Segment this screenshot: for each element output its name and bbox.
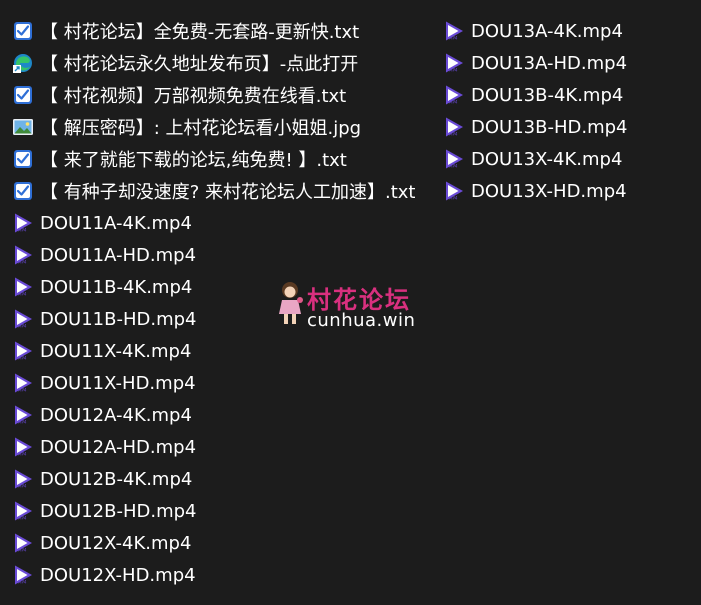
file-item[interactable]: MP4 DOU11A-4K.mp4	[12, 207, 416, 239]
svg-text:MP4: MP4	[18, 580, 27, 585]
svg-text:MP4: MP4	[449, 164, 458, 169]
file-item[interactable]: MP4 DOU12X-4K.mp4	[12, 527, 416, 559]
svg-text:MP4: MP4	[18, 516, 27, 521]
file-item[interactable]: MP4 DOU11X-HD.mp4	[12, 367, 416, 399]
text-file-icon	[12, 148, 34, 170]
watermark: 村花论坛 cunhua.win	[272, 280, 432, 336]
file-item[interactable]: 【 解压密码】: 上村花论坛看小姐姐.jpg	[12, 111, 416, 143]
edge-shortcut-icon	[12, 52, 34, 74]
file-name: 【 来了就能下载的论坛,纯免费! 】.txt	[40, 150, 347, 171]
svg-text:MP4: MP4	[449, 196, 458, 201]
file-name: DOU13A-4K.mp4	[471, 20, 623, 42]
svg-text:MP4: MP4	[18, 228, 27, 233]
file-item[interactable]: 【 有种子却没速度? 来村花论坛人工加速】.txt	[12, 175, 416, 207]
file-item[interactable]: MP4 DOU12A-HD.mp4	[12, 431, 416, 463]
file-name: DOU13B-4K.mp4	[471, 84, 624, 106]
video-file-icon: MP4	[443, 52, 465, 74]
video-file-icon: MP4	[12, 404, 34, 426]
svg-text:MP4: MP4	[18, 420, 27, 425]
file-name: DOU12B-HD.mp4	[40, 500, 197, 522]
video-file-icon: MP4	[12, 372, 34, 394]
file-name: DOU13A-HD.mp4	[471, 52, 628, 74]
file-name: DOU12A-4K.mp4	[40, 404, 192, 426]
file-name: DOU12B-4K.mp4	[40, 468, 193, 490]
video-file-icon: MP4	[12, 244, 34, 266]
file-item[interactable]: MP4 DOU12B-4K.mp4	[12, 463, 416, 495]
text-file-icon	[12, 180, 34, 202]
file-name: 【 村花论坛永久地址发布页】-点此打开	[40, 54, 359, 75]
text-file-icon	[12, 20, 34, 42]
file-item[interactable]: 【 村花论坛】全免费-无套路-更新快.txt	[12, 15, 416, 47]
file-item[interactable]: MP4 DOU11X-4K.mp4	[12, 335, 416, 367]
file-name: 【 村花论坛】全免费-无套路-更新快.txt	[40, 22, 360, 43]
video-file-icon: MP4	[443, 84, 465, 106]
file-list-right: MP4 DOU13A-4K.mp4 MP4 DOU13A-HD.mp4 MP4 DOU13…	[443, 15, 627, 207]
file-name: DOU11A-4K.mp4	[40, 212, 192, 234]
video-file-icon: MP4	[12, 468, 34, 490]
file-name: DOU13X-4K.mp4	[471, 148, 623, 170]
file-item[interactable]: 【 村花视频】万部视频免费在线看.txt	[12, 79, 416, 111]
svg-text:MP4: MP4	[18, 388, 27, 393]
video-file-icon: MP4	[443, 20, 465, 42]
video-file-icon: MP4	[443, 148, 465, 170]
file-item[interactable]: MP4 DOU11A-HD.mp4	[12, 239, 416, 271]
file-item[interactable]: MP4 DOU13A-HD.mp4	[443, 47, 627, 79]
video-file-icon: MP4	[12, 340, 34, 362]
video-file-icon: MP4	[12, 212, 34, 234]
file-item[interactable]: MP4 DOU13A-4K.mp4	[443, 15, 627, 47]
file-name: DOU11X-4K.mp4	[40, 340, 192, 362]
svg-text:MP4: MP4	[449, 68, 458, 73]
watermark-url: cunhua.win	[307, 310, 416, 331]
svg-text:MP4: MP4	[449, 36, 458, 41]
video-file-icon: MP4	[12, 276, 34, 298]
svg-text:MP4: MP4	[18, 484, 27, 489]
file-name: DOU11A-HD.mp4	[40, 244, 197, 266]
svg-text:MP4: MP4	[18, 260, 27, 265]
file-name: DOU12A-HD.mp4	[40, 436, 197, 458]
video-file-icon: MP4	[12, 436, 34, 458]
video-file-icon: MP4	[12, 532, 34, 554]
svg-text:MP4: MP4	[18, 548, 27, 553]
svg-text:MP4: MP4	[449, 132, 458, 137]
file-name: DOU13X-HD.mp4	[471, 180, 627, 202]
file-name: 【 村花视频】万部视频免费在线看.txt	[40, 86, 347, 107]
file-item[interactable]: MP4 DOU12A-4K.mp4	[12, 399, 416, 431]
file-name: 【 解压密码】: 上村花论坛看小姐姐.jpg	[40, 118, 362, 139]
video-file-icon: MP4	[12, 564, 34, 586]
file-item[interactable]: 【 来了就能下载的论坛,纯免费! 】.txt	[12, 143, 416, 175]
file-item[interactable]: MP4 DOU13B-4K.mp4	[443, 79, 627, 111]
svg-text:MP4: MP4	[18, 292, 27, 297]
image-file-icon	[12, 116, 34, 138]
file-item[interactable]: 【 村花论坛永久地址发布页】-点此打开	[12, 47, 416, 79]
file-item[interactable]: MP4 DOU13X-HD.mp4	[443, 175, 627, 207]
file-item[interactable]: MP4 DOU13B-HD.mp4	[443, 111, 627, 143]
file-name: DOU11B-4K.mp4	[40, 276, 193, 298]
video-file-icon: MP4	[443, 116, 465, 138]
file-name: 【 有种子却没速度? 来村花论坛人工加速】.txt	[40, 182, 416, 203]
svg-text:MP4: MP4	[449, 100, 458, 105]
svg-text:MP4: MP4	[18, 356, 27, 361]
text-file-icon	[12, 84, 34, 106]
file-item[interactable]: MP4 DOU13X-4K.mp4	[443, 143, 627, 175]
file-item[interactable]: MP4 DOU12B-HD.mp4	[12, 495, 416, 527]
svg-text:MP4: MP4	[18, 324, 27, 329]
file-name: DOU11B-HD.mp4	[40, 308, 197, 330]
video-file-icon: MP4	[12, 500, 34, 522]
svg-text:MP4: MP4	[18, 452, 27, 457]
file-item[interactable]: MP4 DOU12X-HD.mp4	[12, 559, 416, 591]
video-file-icon: MP4	[443, 180, 465, 202]
file-name: DOU12X-4K.mp4	[40, 532, 192, 554]
file-name: DOU13B-HD.mp4	[471, 116, 628, 138]
mascot-icon	[279, 282, 303, 324]
file-name: DOU12X-HD.mp4	[40, 564, 196, 586]
video-file-icon: MP4	[12, 308, 34, 330]
file-name: DOU11X-HD.mp4	[40, 372, 196, 394]
